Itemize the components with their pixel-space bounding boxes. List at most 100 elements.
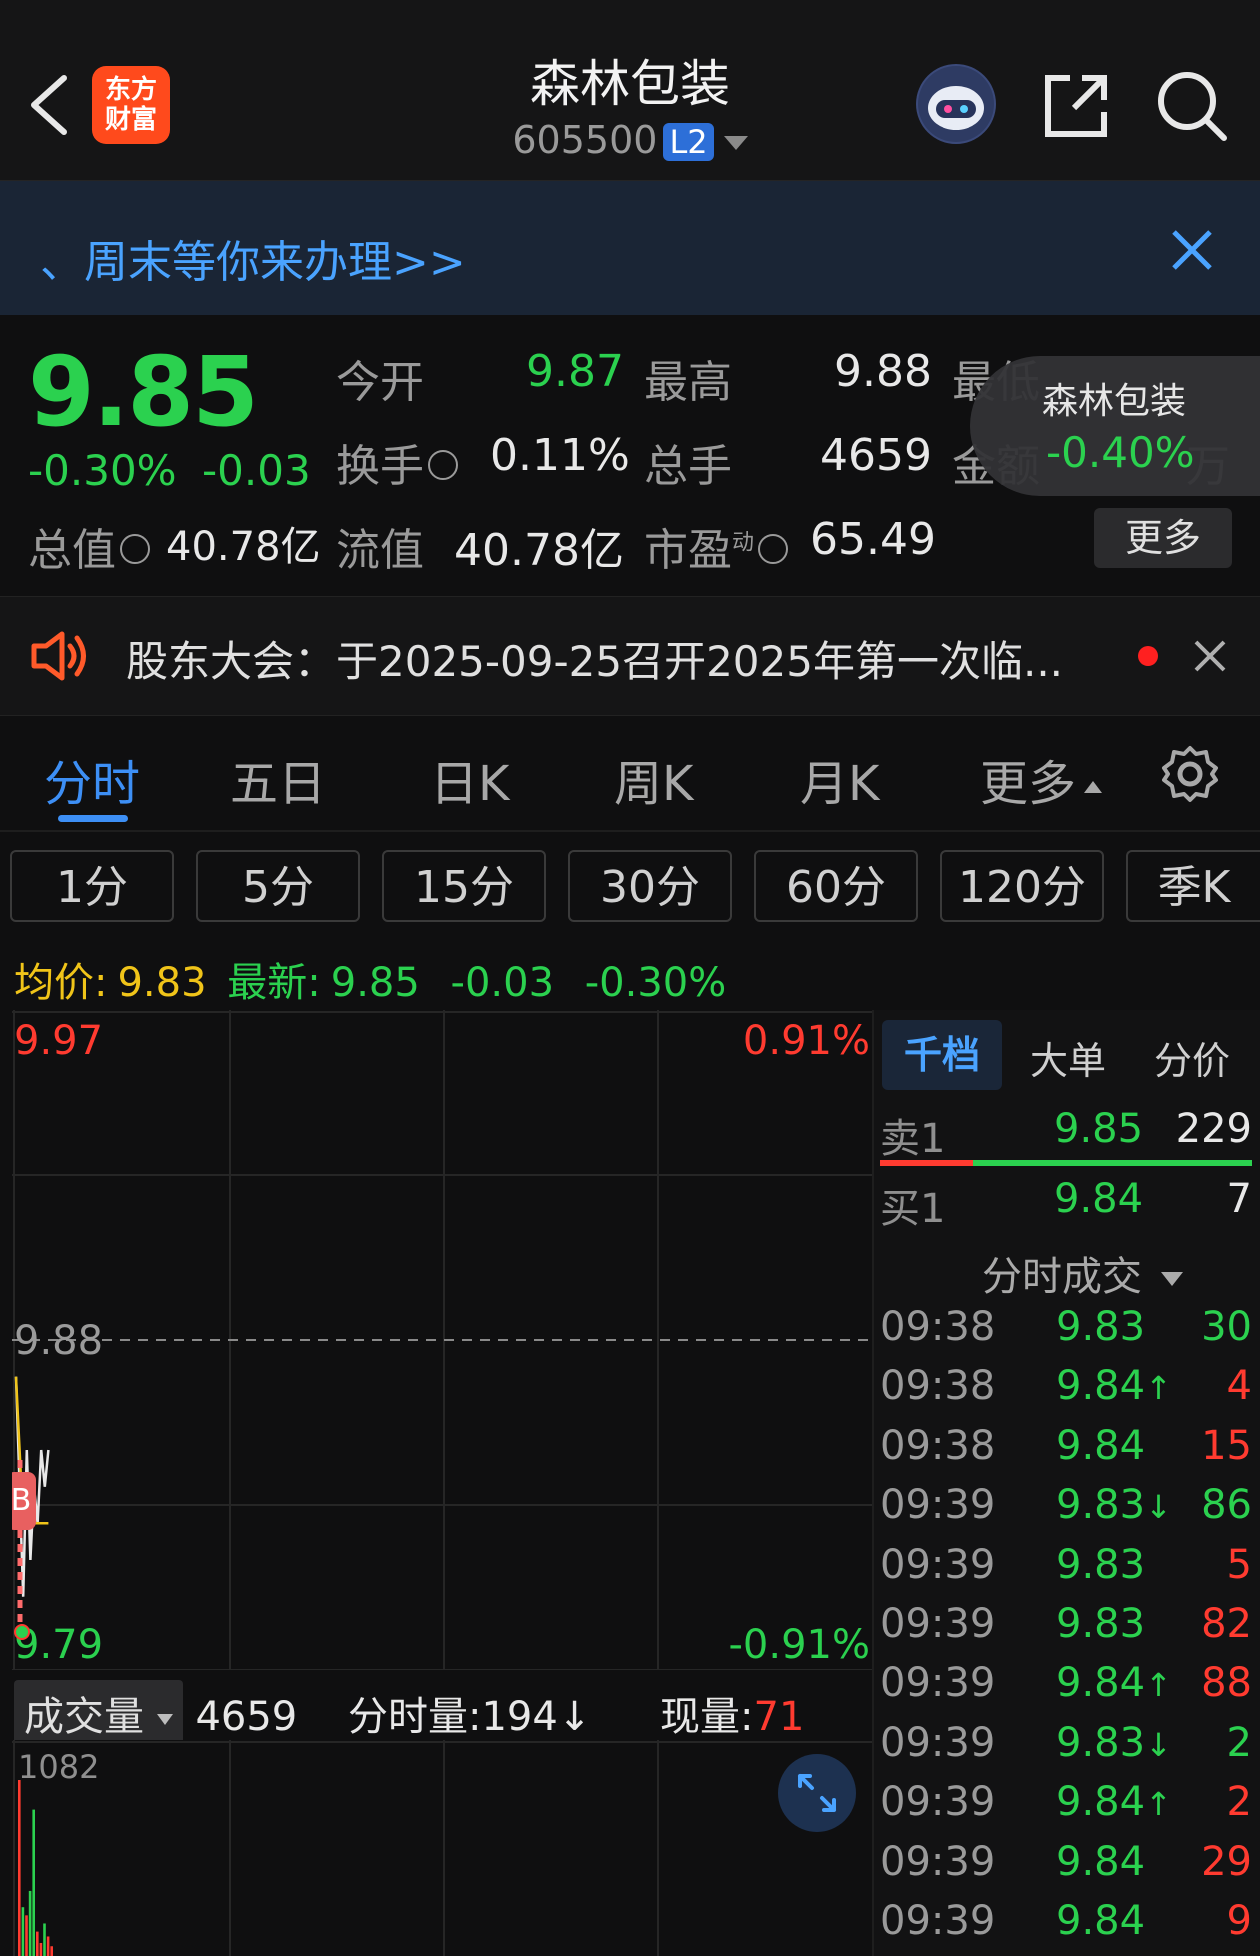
interval-60min[interactable]: 60分 <box>754 850 918 922</box>
interval-30min[interactable]: 30分 <box>568 850 732 922</box>
trade-volume: 15 <box>1201 1422 1252 1469</box>
pct-bottom-label: -0.91% <box>728 1622 870 1668</box>
trade-row: 09:39 9.83 82 <box>880 1601 1252 1651</box>
trade-volume: 82 <box>1201 1601 1252 1647</box>
time-sales-label: 分时成交 <box>982 1254 1142 1300</box>
interval-1min[interactable]: 1分 <box>10 850 174 922</box>
tab-monthly-k[interactable]: 月K <box>800 744 879 814</box>
buy1-price: 9.84 <box>1054 1176 1144 1222</box>
volume-max-label: 1082 <box>18 1748 99 1786</box>
volume-bar <box>28 1890 32 1956</box>
trade-time: 09:39 <box>880 1482 996 1529</box>
notice-text[interactable]: 股东大会：于2025-09-25召开2025年第一次临... <box>126 628 1063 689</box>
level2-badge: L2 <box>663 123 714 161</box>
trade-time: 09:39 <box>880 1779 996 1826</box>
search-icon[interactable] <box>1154 68 1230 144</box>
trade-row: 09:39 9.84↑ 88 <box>880 1660 1252 1710</box>
trade-row: 09:38 9.83 30 <box>880 1304 1252 1354</box>
sell1-price: 9.85 <box>1054 1106 1144 1152</box>
trade-time: 09:39 <box>880 1719 996 1766</box>
trade-row: 09:39 9.84↑ 2 <box>880 1779 1252 1829</box>
current-price: 9.85 <box>28 336 259 448</box>
volume-dropdown-label: 成交量 <box>24 1694 144 1740</box>
open-value: 9.87 <box>526 346 624 397</box>
share-icon[interactable] <box>1040 70 1112 142</box>
trade-row: 09:38 9.84↑ 4 <box>880 1363 1252 1413</box>
stock-code: 605500 <box>512 118 658 162</box>
interval-15min[interactable]: 15分 <box>382 850 546 922</box>
turnover-value: 0.11% <box>490 430 630 481</box>
latest-pct: -0.30% <box>584 960 727 1006</box>
expand-button[interactable] <box>778 1754 856 1832</box>
more-button[interactable]: 更多 <box>1094 508 1232 568</box>
unread-dot <box>1138 646 1158 666</box>
tab-separator <box>0 830 1260 832</box>
caret-down-icon <box>723 135 748 150</box>
pct-top-label: 0.91% <box>743 1018 870 1064</box>
turnover-label-text: 换手 <box>336 441 424 492</box>
expand-icon <box>798 1774 836 1812</box>
buy-sell-ratio-bar <box>880 1160 1252 1166</box>
gear-icon[interactable] <box>1160 744 1220 804</box>
trade-volume: 88 <box>1201 1660 1252 1707</box>
fs-volume-value: 194 <box>481 1694 558 1740</box>
turnover-label[interactable]: 换手 <box>336 430 458 494</box>
latest-change: -0.03 <box>450 960 555 1006</box>
float-cap-value: 40.78亿 <box>454 525 624 576</box>
info-icon[interactable] <box>120 534 150 564</box>
tab-more[interactable]: 更多 <box>980 744 1103 814</box>
pe-value: 65.49 <box>810 514 936 565</box>
tab-five-day[interactable]: 五日 <box>230 744 326 814</box>
current-volume-label: 现量: <box>660 1694 754 1740</box>
intraday-price-chart[interactable]: 9.97 9.88 9.79 0.91% -0.91% B <box>12 1010 872 1670</box>
trade-volume: 4 <box>1226 1363 1252 1410</box>
trade-row: 09:39 9.83↓ 2 <box>880 1720 1252 1770</box>
trade-price: 9.84 <box>1056 1898 1146 1944</box>
caret-up-icon <box>1084 781 1103 793</box>
close-icon[interactable] <box>1190 636 1230 676</box>
trade-price: 9.83↓ <box>1056 1719 1172 1766</box>
banner-text[interactable]: 、周末等你来办理>> <box>40 226 466 290</box>
market-cap-value: 40.78亿 <box>166 524 321 570</box>
volume-label: 总手 <box>644 441 732 492</box>
speaker-icon <box>31 631 86 681</box>
volume-bar <box>43 1923 46 1956</box>
latest-label: 最新: <box>227 960 321 1006</box>
info-icon[interactable] <box>758 534 789 564</box>
tab-weekly-k[interactable]: 周K <box>614 744 693 814</box>
pe-label[interactable]: 市盈动 <box>644 514 789 578</box>
trade-volume: 86 <box>1201 1482 1252 1529</box>
avg-value: 9.83 <box>117 960 207 1006</box>
trade-volume: 2 <box>1226 1779 1252 1826</box>
close-icon[interactable] <box>1168 226 1216 274</box>
avg-label: 均价: <box>14 960 108 1006</box>
tab-daily-k[interactable]: 日K <box>430 744 509 814</box>
volume-header: 成交量 4659 分时量:194↓ 现量:71 <box>14 1680 874 1746</box>
market-cap-label[interactable]: 总值 <box>28 514 150 578</box>
trade-time: 09:38 <box>880 1363 996 1410</box>
tab-large-orders[interactable]: 大单 <box>1030 1030 1106 1085</box>
trade-time: 09:39 <box>880 1898 996 1944</box>
low-point-dot <box>14 1624 30 1640</box>
robot-avatar-icon[interactable] <box>916 64 996 144</box>
trade-price: 9.84↑ <box>1056 1363 1172 1410</box>
caret-down-icon <box>1160 1272 1183 1286</box>
tab-fenshi[interactable]: 分时 <box>44 744 140 814</box>
trade-row: 09:39 9.84 9 <box>880 1898 1252 1948</box>
interval-5min[interactable]: 5分 <box>196 850 360 922</box>
y-mid-label: 9.88 <box>14 1318 103 1364</box>
tab-qiandang[interactable]: 千档 <box>882 1020 1002 1090</box>
interval-quarterly-k[interactable]: 季K <box>1126 850 1260 922</box>
high-label: 最高 <box>644 357 732 408</box>
volume-bar <box>32 1809 35 1956</box>
time-sales-dropdown[interactable]: 分时成交 <box>982 1244 1183 1302</box>
interval-120min[interactable]: 120分 <box>940 850 1104 922</box>
floating-stock-name: 森林包装 <box>1042 381 1187 422</box>
trade-price: 9.84 <box>1056 1838 1146 1885</box>
tab-price-distribution[interactable]: 分价 <box>1154 1030 1230 1085</box>
volume-dropdown[interactable]: 成交量 <box>14 1680 183 1746</box>
volume-chart[interactable]: 1082 <box>12 1740 872 1956</box>
trade-row: 09:38 9.84 15 <box>880 1423 1252 1473</box>
info-icon[interactable] <box>428 450 458 480</box>
market-cap-label-text: 总值 <box>28 525 116 576</box>
